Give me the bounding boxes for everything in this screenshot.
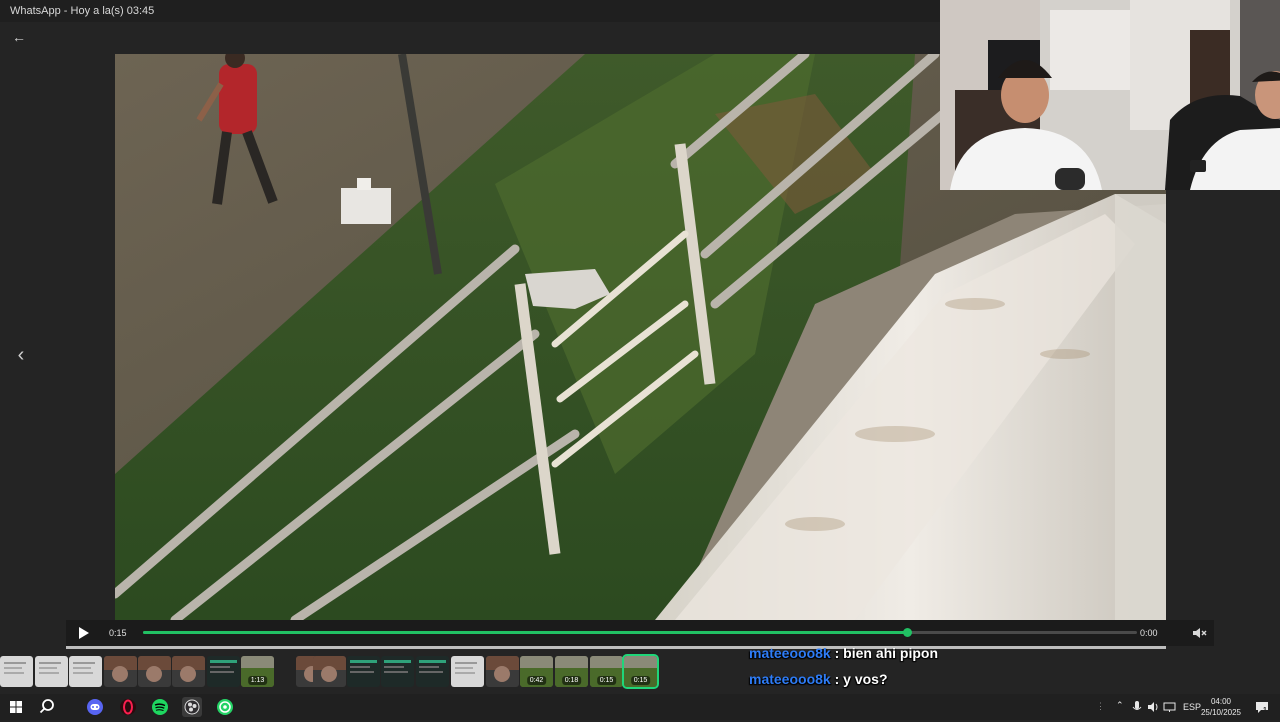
mute-button[interactable] — [1190, 624, 1208, 642]
search-icon[interactable] — [37, 697, 57, 717]
chat-username: mateeooo8k — [749, 645, 831, 661]
notification-icon[interactable]: 1 — [1252, 697, 1272, 717]
chat-message: mateeooo8k : y vos? — [749, 671, 888, 687]
media-thumbnail-strip: 1:13 0:42 0:18 0:15 0:15 — [0, 654, 660, 690]
webcam-overlay — [940, 0, 1280, 190]
whatsapp-icon[interactable] — [215, 697, 235, 717]
media-thumbnail[interactable] — [0, 656, 33, 687]
video-duration-badge: 0:18 — [561, 676, 582, 685]
taskbar-clock[interactable]: 04:00 25/10/2025 — [1196, 696, 1246, 718]
seek-bar[interactable] — [143, 628, 1137, 637]
chat-text: : y vos? — [830, 671, 888, 687]
play-icon — [79, 627, 89, 639]
media-thumbnail[interactable] — [347, 656, 380, 687]
media-thumbnail[interactable]: 0:42 — [520, 656, 553, 687]
discord-icon[interactable] — [85, 697, 105, 717]
notification-count: 1 — [1263, 707, 1267, 714]
chat-message: mateeooo8k : bien ahi pipon — [749, 645, 938, 661]
window-title: WhatsApp - Hoy a la(s) 03:45 — [10, 5, 155, 17]
chat-username: mateeooo8k — [749, 671, 831, 687]
seek-bar-handle[interactable] — [903, 628, 913, 637]
play-button[interactable] — [74, 624, 92, 642]
media-thumbnail[interactable] — [207, 656, 240, 687]
video-duration-badge: 0:42 — [526, 676, 547, 685]
media-thumbnail[interactable] — [486, 656, 519, 687]
previous-media-button[interactable]: ‹ — [10, 342, 32, 368]
windows-taskbar: ⋮ ⌃ ESP 04:00 25/10/2025 1 — [0, 694, 1280, 720]
back-button[interactable]: ← — [8, 28, 30, 46]
network-icon[interactable] — [1162, 697, 1182, 717]
media-thumbnail[interactable]: 0:18 — [555, 656, 588, 687]
media-thumbnail[interactable] — [69, 656, 102, 687]
arrow-left-icon: ← — [12, 29, 26, 45]
media-thumbnail[interactable] — [313, 656, 346, 687]
media-thumbnail[interactable] — [172, 656, 205, 687]
media-thumbnail[interactable] — [381, 656, 414, 687]
media-thumbnail[interactable]: 1:13 — [241, 656, 274, 687]
chat-text: : bien ahi pipon — [830, 645, 939, 661]
chevron-up-icon[interactable]: ⌃ — [1116, 700, 1124, 711]
media-thumbnail[interactable] — [104, 656, 137, 687]
clock-time: 04:00 — [1210, 697, 1232, 706]
chevron-left-icon: ‹ — [17, 344, 25, 366]
current-time: 0:15 — [109, 628, 127, 638]
obs-icon[interactable] — [182, 697, 202, 717]
taskbar-separator: ⋮ — [1096, 701, 1105, 711]
video-controls: 0:15 0:00 — [66, 620, 1214, 646]
media-thumbnail[interactable] — [416, 656, 449, 687]
media-thumbnail[interactable]: 0:15 — [622, 654, 659, 689]
video-duration-badge: 0:15 — [596, 676, 617, 685]
media-thumbnail[interactable] — [451, 656, 484, 687]
video-duration-badge: 1:13 — [247, 676, 268, 685]
spotify-icon[interactable] — [150, 697, 170, 717]
seek-bar-progress — [143, 631, 908, 634]
opera-gx-icon[interactable] — [118, 697, 138, 717]
volume-muted-icon — [1193, 628, 1207, 638]
video-duration-badge: 0:15 — [630, 676, 651, 685]
media-thumbnail[interactable]: 0:15 — [590, 656, 623, 687]
webcam-image — [940, 0, 1280, 190]
media-thumbnail[interactable] — [35, 656, 68, 687]
windows-start-icon[interactable] — [6, 697, 26, 717]
total-time: 0:00 — [1140, 628, 1158, 638]
media-thumbnail[interactable] — [138, 656, 171, 687]
clock-date: 25/10/2025 — [1200, 708, 1242, 717]
divider — [66, 646, 1166, 649]
